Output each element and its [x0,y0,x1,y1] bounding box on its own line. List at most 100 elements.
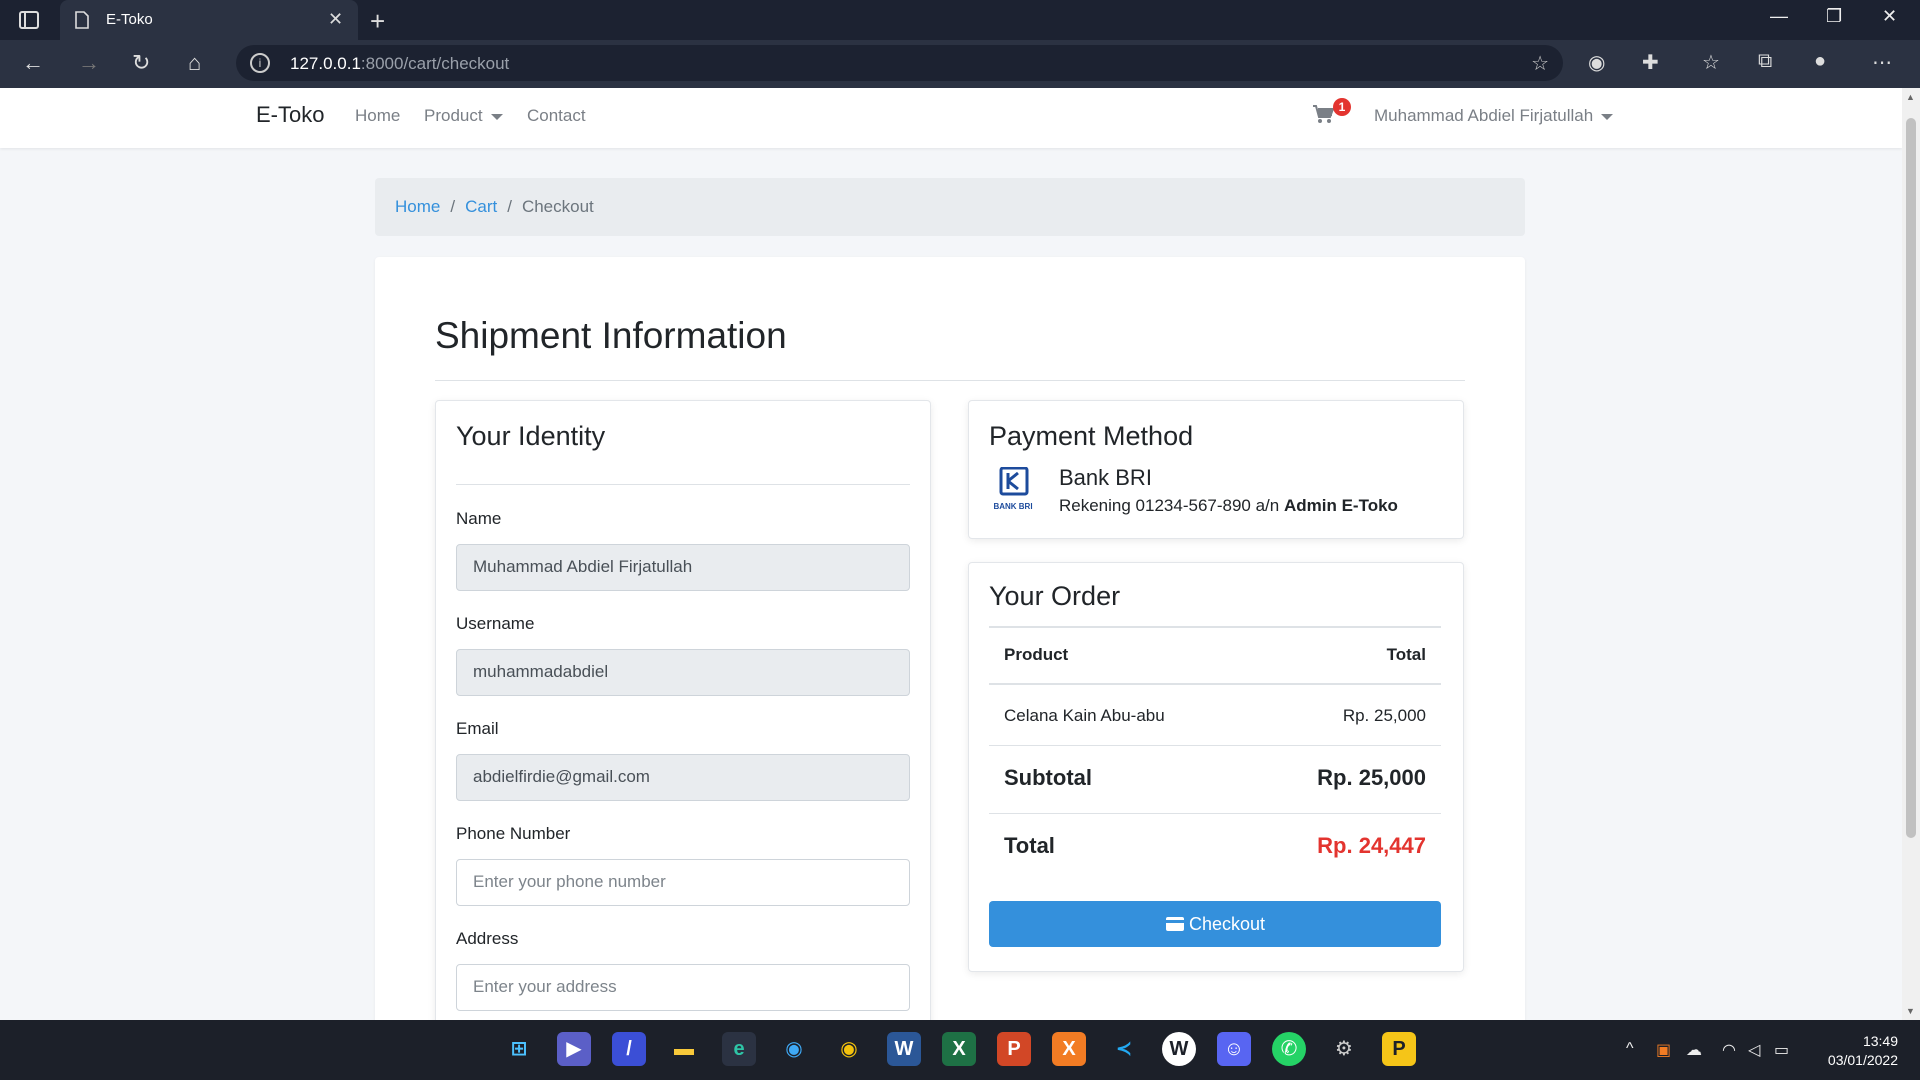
page-scrollbar[interactable]: ▲ ▼ [1902,88,1920,1020]
close-tab-icon[interactable]: ✕ [328,9,343,30]
divider [456,484,910,485]
col-total-header: Total [1386,645,1426,664]
identity-card: Your Identity Name Muhammad Abdiel Firja… [435,400,931,1020]
wifi-icon[interactable]: ◠ [1722,1040,1736,1060]
username-field[interactable]: muhammadabdiel [456,649,910,696]
taskbar: ⊞ ▶ / ▬ e ◉ ◉ W X P X ≺ W ☺ ✆ ⚙ P ^ ▣ ☁ … [0,1020,1920,1080]
divider [989,813,1441,814]
minimize-icon[interactable]: — [1770,6,1788,27]
order-item-name: Celana Kain Abu-abu [1004,706,1165,725]
whatsapp-icon[interactable]: ✆ [1272,1032,1306,1066]
forward-icon[interactable]: → [78,50,100,76]
teams-icon[interactable]: ▶ [557,1032,591,1066]
checkout-button[interactable]: Checkout [989,901,1441,947]
breadcrumb-cart[interactable]: Cart [465,197,497,216]
address-label: Address [456,929,519,948]
tab-title: E-Toko [106,11,153,28]
powerpoint-icon[interactable]: P [997,1032,1031,1066]
battery-icon[interactable]: ▭ [1774,1040,1789,1060]
payment-title: Payment Method [989,421,1194,451]
phone-input[interactable]: Enter your phone number [456,859,910,906]
divider [989,683,1441,685]
checkout-card: Shipment Information Your Identity Name … [375,257,1525,1020]
vscode-icon[interactable]: ≺ [1107,1032,1141,1066]
restore-icon[interactable]: ❐ [1826,6,1842,27]
browser-toolbar: ← → ↻ ⌂ i 127.0.0.1:8000/cart/checkout ☆… [0,40,1920,88]
excel-icon[interactable]: X [942,1032,976,1066]
order-card: Your Order Product Total Celana Kain Abu… [968,562,1464,972]
clock[interactable]: 13:49 03/01/2022 [1828,1032,1898,1070]
total-value: Rp. 24,447 [1317,833,1426,858]
page-content: E-Toko Home Product Contact 1 Muhammad A… [0,88,1902,1020]
scroll-thumb[interactable] [1906,118,1916,838]
edge-icon[interactable]: e [722,1032,756,1066]
cloud-icon[interactable]: ☁ [1686,1040,1702,1060]
breadcrumb-home[interactable]: Home [395,197,440,216]
site-brand[interactable]: E-Toko [256,102,324,128]
refresh-icon[interactable]: ↻ [132,50,150,76]
email-label: Email [456,719,499,738]
app-icon[interactable]: / [612,1032,646,1066]
collections-icon[interactable]: ⧉ [1758,50,1772,73]
breadcrumb: Home / Cart / Checkout [375,178,1525,236]
puzzle-icon[interactable]: ✚ [1642,50,1659,75]
account-holder: Admin E-Toko [1283,496,1398,515]
nav-home[interactable]: Home [355,106,400,126]
add-favorite-icon[interactable]: ☆ [1531,51,1549,76]
site-info-icon[interactable]: i [250,53,270,73]
home-icon[interactable]: ⌂ [188,50,201,76]
app-icon[interactable]: P [1382,1032,1416,1066]
discord-icon[interactable]: ☺ [1217,1032,1251,1066]
more-icon[interactable]: ⋯ [1872,50,1892,75]
browser-titlebar: E-Toko ✕ + — ❐ ✕ [0,0,1920,40]
favorites-icon[interactable]: ☆ [1702,50,1720,75]
scroll-down-icon[interactable]: ▼ [1906,1006,1915,1016]
word-icon[interactable]: W [887,1032,921,1066]
bank-name: Bank BRI [1059,465,1152,490]
account-info: Rekening 01234-567-890 a/n Admin E-Toko [1059,496,1398,515]
divider [989,745,1441,746]
nav-contact[interactable]: Contact [527,106,586,126]
browser-tab[interactable]: E-Toko ✕ [60,0,358,40]
nav-product[interactable]: Product [424,106,503,126]
user-menu[interactable]: Muhammad Abdiel Firjatullah [1374,106,1614,126]
scroll-up-icon[interactable]: ▲ [1906,92,1915,102]
cart-count-badge: 1 [1333,98,1351,116]
page-title: Shipment Information [435,315,787,356]
email-field[interactable]: abdielfirdie@gmail.com [456,754,910,801]
cart-icon[interactable] [1312,104,1335,130]
settings-icon[interactable]: ⚙ [1327,1032,1361,1066]
divider [435,380,1465,381]
site-navbar: E-Toko Home Product Contact 1 Muhammad A… [0,88,1902,148]
col-product-header: Product [1004,645,1069,664]
xampp-tray-icon[interactable]: ▣ [1656,1040,1671,1060]
firefox-icon[interactable]: ◉ [777,1032,811,1066]
new-tab-icon[interactable]: + [370,6,385,37]
name-field[interactable]: Muhammad Abdiel Firjatullah [456,544,910,591]
phone-label: Phone Number [456,824,571,843]
extension-icon[interactable]: ◉ [1588,50,1605,75]
start-icon[interactable]: ⊞ [502,1032,536,1066]
app-icon[interactable]: W [1162,1032,1196,1066]
username-label: Username [456,614,535,633]
file-explorer-icon[interactable]: ▬ [667,1032,701,1066]
close-window-icon[interactable]: ✕ [1882,6,1897,27]
name-label: Name [456,509,502,528]
xampp-icon[interactable]: X [1052,1032,1086,1066]
divider [989,626,1441,628]
profile-avatar[interactable]: ● [1814,50,1826,73]
url-text: 127.0.0.1:8000/cart/checkout [290,54,510,73]
order-item-price: Rp. 25,000 [1342,706,1426,725]
identity-title: Your Identity [456,421,606,451]
chevron-up-icon[interactable]: ^ [1626,1040,1634,1058]
volume-icon[interactable]: ◁ [1748,1040,1760,1060]
credit-card-icon [1165,917,1184,931]
total-label: Total [1004,833,1055,858]
address-input[interactable]: Enter your address [456,964,910,1011]
subtotal-label: Subtotal [1004,765,1092,790]
chrome-icon[interactable]: ◉ [832,1032,866,1066]
address-bar[interactable]: i 127.0.0.1:8000/cart/checkout ☆ [236,45,1563,81]
tab-actions-icon[interactable] [18,10,40,30]
back-icon[interactable]: ← [22,50,44,76]
subtotal-value: Rp. 25,000 [1317,765,1426,790]
